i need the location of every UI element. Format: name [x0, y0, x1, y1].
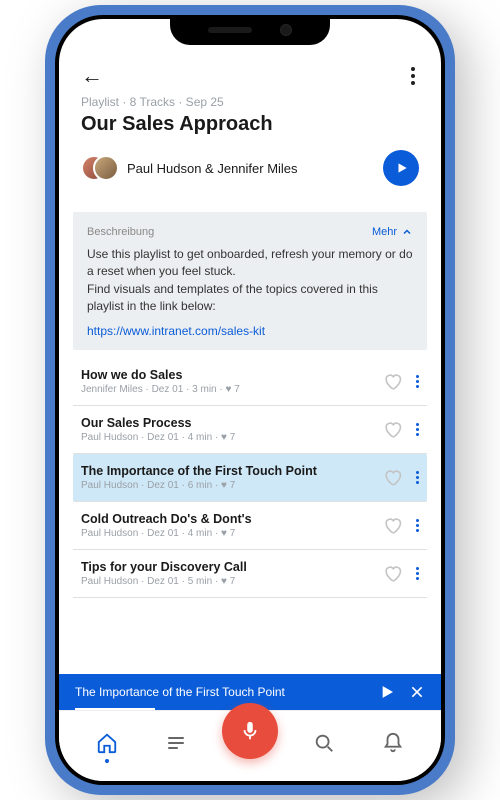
track-info: How we do Sales Jennifer Miles · Dez 01 ·… — [81, 368, 382, 395]
description-body: Use this playlist to get onboarded, refr… — [87, 246, 413, 316]
like-button[interactable] — [382, 467, 402, 487]
track-actions — [382, 515, 423, 536]
track-meta: Jennifer Miles · Dez 01 · 3 min · ♥ 7 — [81, 384, 382, 395]
track-actions — [382, 371, 423, 392]
home-icon — [96, 732, 118, 754]
heart-icon — [383, 420, 402, 439]
back-button[interactable]: ← — [81, 63, 103, 89]
author-row: Paul Hudson & Jennifer Miles — [81, 150, 419, 186]
track-menu-button[interactable] — [412, 515, 423, 536]
bottom-nav — [59, 710, 441, 781]
like-button[interactable] — [382, 515, 402, 535]
track-row[interactable]: Cold Outreach Do's & Dont's Paul Hudson ·… — [73, 502, 427, 550]
track-title: How we do Sales — [81, 368, 382, 382]
track-actions — [382, 467, 423, 488]
speaker-slit — [208, 27, 252, 33]
track-title: The Importance of the First Touch Point — [81, 464, 382, 478]
track-title: Our Sales Process — [81, 416, 382, 430]
author-names: Paul Hudson & Jennifer Miles — [127, 161, 298, 176]
phone-notch — [170, 15, 330, 45]
more-menu-button[interactable] — [407, 63, 419, 89]
front-camera — [280, 24, 292, 36]
description-label: Beschreibung — [87, 226, 154, 238]
nav-search[interactable] — [302, 721, 346, 765]
track-list: How we do Sales Jennifer Miles · Dez 01 ·… — [73, 358, 427, 674]
now-playing-title: The Importance of the First Touch Point — [75, 685, 285, 699]
track-info: Our Sales Process Paul Hudson · Dez 01 · … — [81, 416, 382, 443]
author-info: Paul Hudson & Jennifer Miles — [81, 155, 298, 181]
track-row[interactable]: The Importance of the First Touch Point P… — [73, 454, 427, 502]
playlist-meta: Playlist · 8 Tracks · Sep 25 — [81, 95, 419, 109]
track-meta: Paul Hudson · Dez 01 · 4 min · ♥ 7 — [81, 432, 382, 443]
top-bar: ← — [59, 55, 441, 93]
toggle-label: Mehr — [372, 226, 397, 238]
track-title: Cold Outreach Do's & Dont's — [81, 512, 382, 526]
author-avatars — [81, 155, 117, 181]
nav-home[interactable] — [85, 721, 129, 765]
track-row[interactable]: Our Sales Process Paul Hudson · Dez 01 · … — [73, 406, 427, 454]
content-area: ← Playlist · 8 Tracks · Sep 25 Our Sales… — [59, 19, 441, 674]
bell-icon — [382, 732, 404, 754]
track-meta: Paul Hudson · Dez 01 · 5 min · ♥ 7 — [81, 576, 382, 587]
phone-frame: ← Playlist · 8 Tracks · Sep 25 Our Sales… — [45, 5, 455, 795]
player-close-icon[interactable] — [409, 684, 425, 700]
like-button[interactable] — [382, 371, 402, 391]
play-all-button[interactable] — [383, 150, 419, 186]
playlist-icon — [168, 737, 184, 749]
track-menu-button[interactable] — [412, 419, 423, 440]
chevron-up-icon — [401, 226, 413, 238]
track-info: Cold Outreach Do's & Dont's Paul Hudson ·… — [81, 512, 382, 539]
playlist-title: Our Sales Approach — [81, 113, 419, 136]
heart-icon — [383, 516, 402, 535]
description-panel: Beschreibung Mehr Use this playlist to g… — [73, 212, 427, 350]
track-menu-button[interactable] — [412, 467, 423, 488]
microphone-icon — [239, 720, 261, 742]
play-icon — [395, 161, 409, 175]
track-row[interactable]: Tips for your Discovery Call Paul Hudson … — [73, 550, 427, 598]
playlist-header: Playlist · 8 Tracks · Sep 25 Our Sales A… — [59, 93, 441, 198]
player-play-icon[interactable] — [379, 684, 395, 700]
search-icon — [313, 732, 335, 754]
track-info: The Importance of the First Touch Point P… — [81, 464, 382, 491]
track-menu-button[interactable] — [412, 371, 423, 392]
like-button[interactable] — [382, 563, 402, 583]
screen: ← Playlist · 8 Tracks · Sep 25 Our Sales… — [59, 19, 441, 781]
track-menu-button[interactable] — [412, 563, 423, 584]
phone-body: ← Playlist · 8 Tracks · Sep 25 Our Sales… — [55, 15, 445, 785]
track-actions — [382, 419, 423, 440]
like-button[interactable] — [382, 419, 402, 439]
player-controls — [379, 684, 425, 700]
description-toggle[interactable]: Mehr — [372, 226, 413, 238]
track-row[interactable]: How we do Sales Jennifer Miles · Dez 01 ·… — [73, 358, 427, 406]
heart-icon — [383, 564, 402, 583]
description-header: Beschreibung Mehr — [87, 226, 413, 238]
avatar-2 — [93, 155, 119, 181]
description-link[interactable]: https://www.intranet.com/sales-kit — [87, 324, 265, 338]
record-button[interactable] — [222, 703, 278, 759]
track-meta: Paul Hudson · Dez 01 · 4 min · ♥ 7 — [81, 528, 382, 539]
track-meta: Paul Hudson · Dez 01 · 6 min · ♥ 7 — [81, 480, 382, 491]
heart-icon — [383, 372, 402, 391]
track-info: Tips for your Discovery Call Paul Hudson … — [81, 560, 382, 587]
nav-playlists[interactable] — [154, 721, 198, 765]
track-actions — [382, 563, 423, 584]
heart-icon — [383, 468, 402, 487]
track-title: Tips for your Discovery Call — [81, 560, 382, 574]
nav-notifications[interactable] — [371, 721, 415, 765]
